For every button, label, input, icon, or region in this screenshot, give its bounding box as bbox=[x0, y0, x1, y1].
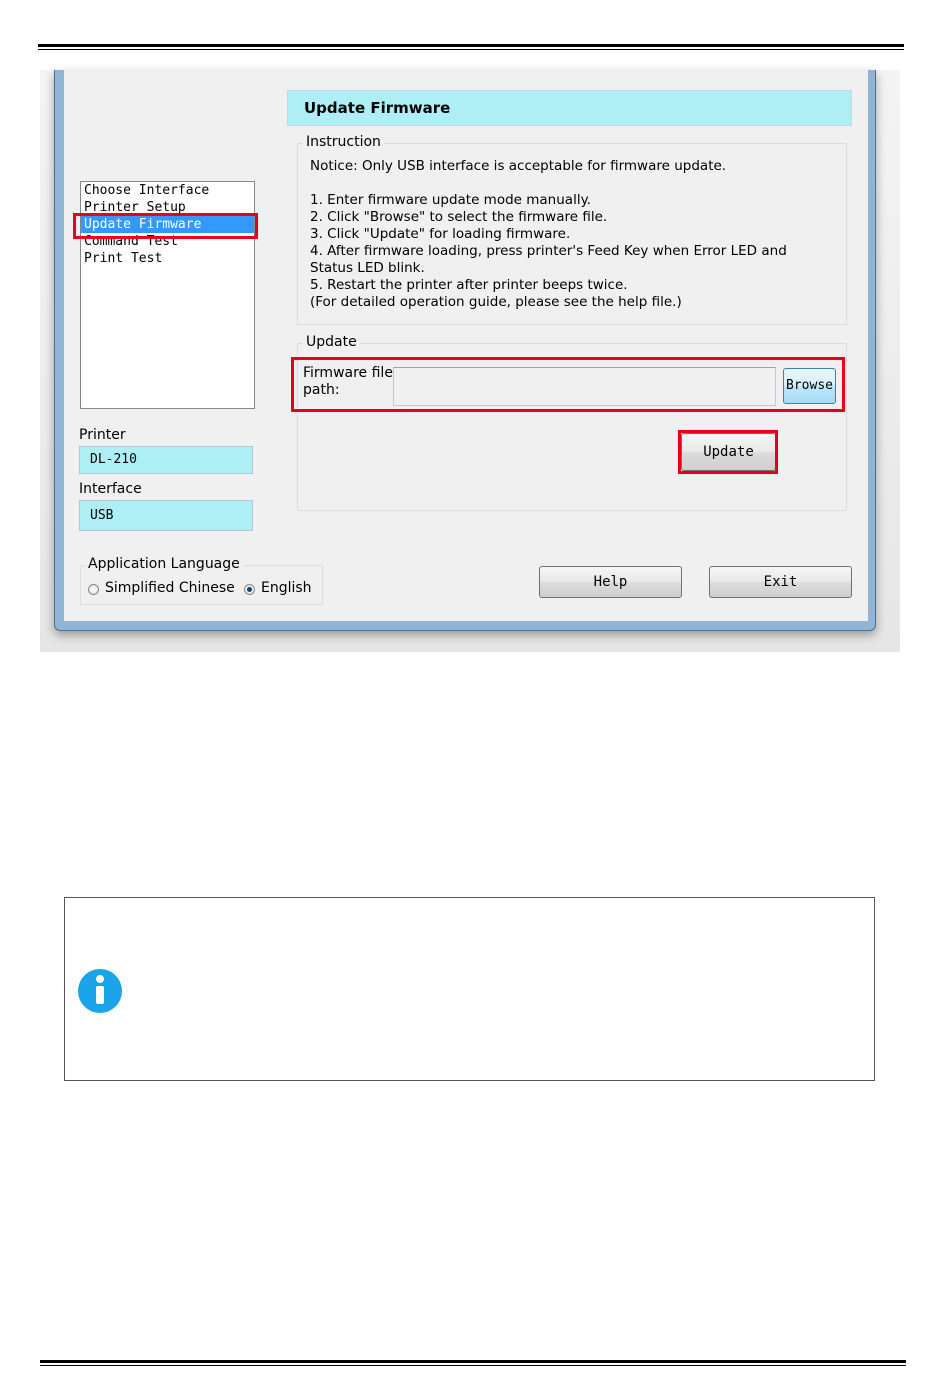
instruction-step: Status LED blink. bbox=[310, 260, 425, 276]
printer-label: Printer bbox=[79, 427, 126, 443]
instruction-step: 4. After firmware loading, press printer… bbox=[310, 243, 787, 259]
footer-rule bbox=[40, 1360, 906, 1363]
update-group-title: Update bbox=[303, 334, 360, 350]
nav-item-choose-interface[interactable]: Choose Interface bbox=[81, 182, 254, 199]
note-box bbox=[64, 897, 875, 1081]
highlight-box-file bbox=[291, 357, 845, 412]
language-group-title: Application Language bbox=[85, 556, 243, 572]
interface-label: Interface bbox=[79, 481, 142, 497]
app-window: Choose Interface Printer Setup Update Fi… bbox=[54, 70, 876, 631]
instruction-step: 5. Restart the printer after printer bee… bbox=[310, 277, 628, 293]
nav-item-print-test[interactable]: Print Test bbox=[81, 250, 254, 267]
help-button[interactable]: Help bbox=[539, 566, 682, 598]
page-title: Update Firmware bbox=[287, 90, 852, 126]
interface-value: USB bbox=[79, 500, 253, 531]
instruction-step: 1. Enter firmware update mode manually. bbox=[310, 192, 591, 208]
instruction-step: 2. Click "Browse" to select the firmware… bbox=[310, 209, 608, 225]
header-rule-thin bbox=[38, 49, 904, 50]
printer-value: DL-210 bbox=[79, 446, 253, 474]
highlight-box-update bbox=[678, 430, 778, 474]
instruction-step: 3. Click "Update" for loading firmware. bbox=[310, 226, 571, 242]
exit-button[interactable]: Exit bbox=[709, 566, 852, 598]
window-client-area: Choose Interface Printer Setup Update Fi… bbox=[63, 70, 869, 622]
highlight-box-nav bbox=[73, 213, 258, 239]
radio-label-simplified-chinese[interactable]: Simplified Chinese bbox=[105, 580, 235, 596]
radio-english[interactable] bbox=[244, 584, 255, 595]
instruction-notice: Notice: Only USB interface is acceptable… bbox=[310, 158, 727, 174]
header-rule bbox=[38, 44, 904, 47]
instruction-group-title: Instruction bbox=[303, 134, 384, 150]
radio-simplified-chinese[interactable] bbox=[88, 584, 99, 595]
info-icon bbox=[77, 968, 123, 1014]
radio-label-english[interactable]: English bbox=[261, 580, 312, 596]
footer-rule-thin bbox=[40, 1365, 906, 1366]
instruction-step: (For detailed operation guide, please se… bbox=[310, 294, 682, 310]
